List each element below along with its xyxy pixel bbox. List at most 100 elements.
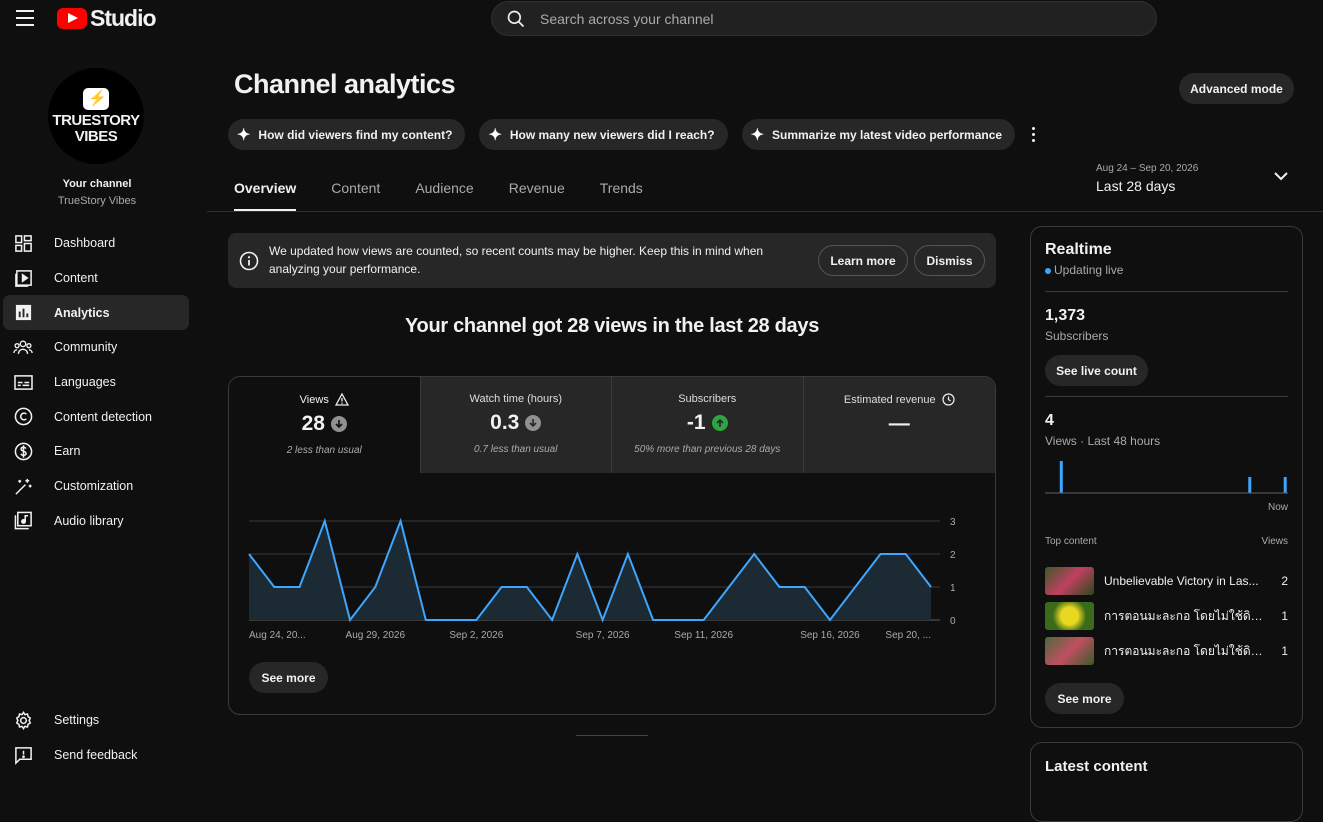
y-tick-label: 1: [950, 583, 956, 594]
realtime-status-text: Updating live: [1054, 263, 1123, 277]
x-tick-label: Sep 20, ...: [885, 630, 931, 641]
tab-content[interactable]: Content: [331, 180, 380, 211]
chip-label: How did viewers find my content?: [258, 128, 452, 142]
sidebar-nav: Dashboard Content Analytics Community La…: [3, 226, 189, 538]
x-tick-label: Aug 24, 20...: [249, 630, 306, 641]
sidebar-item-analytics[interactable]: Analytics: [3, 295, 189, 330]
see-live-count-button[interactable]: See live count: [1045, 355, 1148, 386]
metric-value: —: [889, 412, 910, 436]
sidebar-item-settings[interactable]: Settings: [3, 703, 189, 738]
menu-icon[interactable]: [16, 10, 34, 26]
x-tick-label: Aug 29, 2026: [346, 630, 406, 641]
search-box[interactable]: [491, 1, 1157, 36]
main-content: Channel analytics Advanced mode ✦ How di…: [207, 40, 1323, 773]
metric-subtext: 50% more than previous 28 days: [612, 444, 803, 455]
sidebar-item-community[interactable]: Community: [3, 330, 189, 365]
metric-subscribers[interactable]: Subscribers -1 50% more than previous 28…: [612, 377, 804, 473]
community-icon: [13, 337, 33, 357]
analytics-icon: [13, 303, 33, 323]
sidebar-bottom: Settings Send feedback: [3, 703, 189, 772]
tab-overview[interactable]: Overview: [234, 180, 296, 211]
more-options-icon[interactable]: [1023, 125, 1043, 145]
dismiss-button[interactable]: Dismiss: [914, 245, 985, 276]
studio-logo[interactable]: Studio: [57, 5, 156, 32]
metric-value: -1: [687, 411, 706, 435]
logo-text: Studio: [90, 5, 156, 32]
learn-more-button[interactable]: Learn more: [818, 245, 908, 276]
sidebar-item-label: Audio library: [54, 514, 123, 528]
sidebar-item-send-feedback[interactable]: Send feedback: [3, 738, 189, 773]
notice-text: We updated how views are counted, so rec…: [269, 243, 789, 278]
tab-revenue[interactable]: Revenue: [509, 180, 565, 211]
latest-content-card: Latest content: [1030, 742, 1303, 822]
tab-trends[interactable]: Trends: [600, 180, 643, 211]
metric-label: Views: [300, 394, 329, 406]
sidebar-item-label: Analytics: [54, 306, 110, 320]
x-tick-label: Sep 7, 2026: [576, 630, 630, 641]
sparkle-icon: ✦: [237, 125, 250, 145]
views-column-label: Views: [1262, 536, 1289, 547]
tabs-divider: [207, 211, 1323, 212]
dashboard-icon: [13, 233, 33, 253]
sidebar-item-earn[interactable]: Earn: [3, 434, 189, 469]
views-line-chart: 0123Aug 24, 20...Aug 29, 2026Sep 2, 2026…: [229, 473, 995, 653]
video-title: การตอนมะละกอ โดยไม่ใช้ดิน...: [1104, 642, 1264, 661]
arrow-down-icon: [525, 415, 541, 431]
video-views: 2: [1281, 574, 1288, 588]
sidebar-item-dashboard[interactable]: Dashboard: [3, 226, 189, 261]
sidebar-item-label: Content detection: [54, 410, 152, 424]
sidebar-item-label: Content: [54, 271, 98, 285]
date-range-label: Last 28 days: [1096, 178, 1296, 194]
subtitles-icon: [13, 372, 33, 392]
page-title: Channel analytics: [234, 69, 455, 100]
top-content-label: Top content: [1045, 536, 1097, 547]
sidebar-item-label: Languages: [54, 375, 116, 389]
chip-new-viewers[interactable]: ✦ How many new viewers did I reach?: [479, 119, 727, 150]
realtime-views-label: Views · Last 48 hours: [1045, 434, 1160, 448]
avatar-line2: VIBES: [75, 129, 118, 145]
metric-value: 0.3: [490, 411, 519, 435]
top-content-item[interactable]: การตอนมะละกอ โดยไม่ใช้ดิน... 1: [1045, 630, 1288, 672]
youtube-logo-icon: [57, 8, 87, 29]
metric-watch-time[interactable]: Watch time (hours) 0.3 0.7 less than usu…: [421, 377, 613, 473]
realtime-status: Updating live: [1045, 263, 1123, 277]
realtime-bar-chart: [1045, 455, 1288, 495]
chip-find-content[interactable]: ✦ How did viewers find my content?: [228, 119, 465, 150]
sidebar-item-customization[interactable]: Customization: [3, 469, 189, 504]
search-input[interactable]: [540, 11, 1100, 27]
metric-subtext: 2 less than usual: [229, 445, 420, 456]
metric-value: 28: [302, 412, 325, 436]
channel-name: TrueStory Vibes: [0, 195, 194, 207]
tab-audience[interactable]: Audience: [415, 180, 473, 211]
date-range-selector[interactable]: Aug 24 – Sep 20, 2026 Last 28 days: [1096, 163, 1296, 199]
metric-label: Subscribers: [678, 393, 736, 405]
divider: [1045, 291, 1288, 292]
analytics-tabs: Overview Content Audience Revenue Trends: [234, 180, 678, 211]
feedback-icon: [13, 745, 33, 765]
sidebar-item-label: Earn: [54, 444, 80, 458]
copyright-icon: [13, 407, 33, 427]
channel-avatar[interactable]: TRUESTORY VIBES: [48, 68, 144, 164]
metric-revenue[interactable]: Estimated revenue —: [804, 377, 996, 473]
chip-summarize[interactable]: ✦ Summarize my latest video performance: [742, 119, 1016, 150]
your-channel-label: Your channel: [0, 178, 194, 190]
sidebar-item-content-detection[interactable]: Content detection: [3, 399, 189, 434]
metric-views[interactable]: Views 28 2 less than usual: [229, 377, 421, 473]
sidebar-item-audio-library[interactable]: Audio library: [3, 504, 189, 539]
section-divider: [576, 735, 648, 736]
realtime-title: Realtime: [1045, 241, 1112, 259]
x-tick-label: Sep 11, 2026: [674, 630, 733, 641]
arrow-up-icon: [712, 415, 728, 431]
video-thumbnail: [1045, 637, 1094, 665]
advanced-mode-button[interactable]: Advanced mode: [1179, 73, 1294, 104]
clock-icon: [942, 393, 955, 406]
realtime-see-more-button[interactable]: See more: [1045, 683, 1124, 714]
sidebar-item-languages[interactable]: Languages: [3, 365, 189, 400]
arrow-down-icon: [331, 416, 347, 432]
divider: [1045, 396, 1288, 397]
see-more-button[interactable]: See more: [249, 662, 328, 693]
dollar-icon: [13, 441, 33, 461]
search-icon: [506, 9, 526, 29]
realtime-card: Realtime Updating live 1,373 Subscribers…: [1030, 226, 1303, 728]
sidebar-item-content[interactable]: Content: [3, 261, 189, 296]
